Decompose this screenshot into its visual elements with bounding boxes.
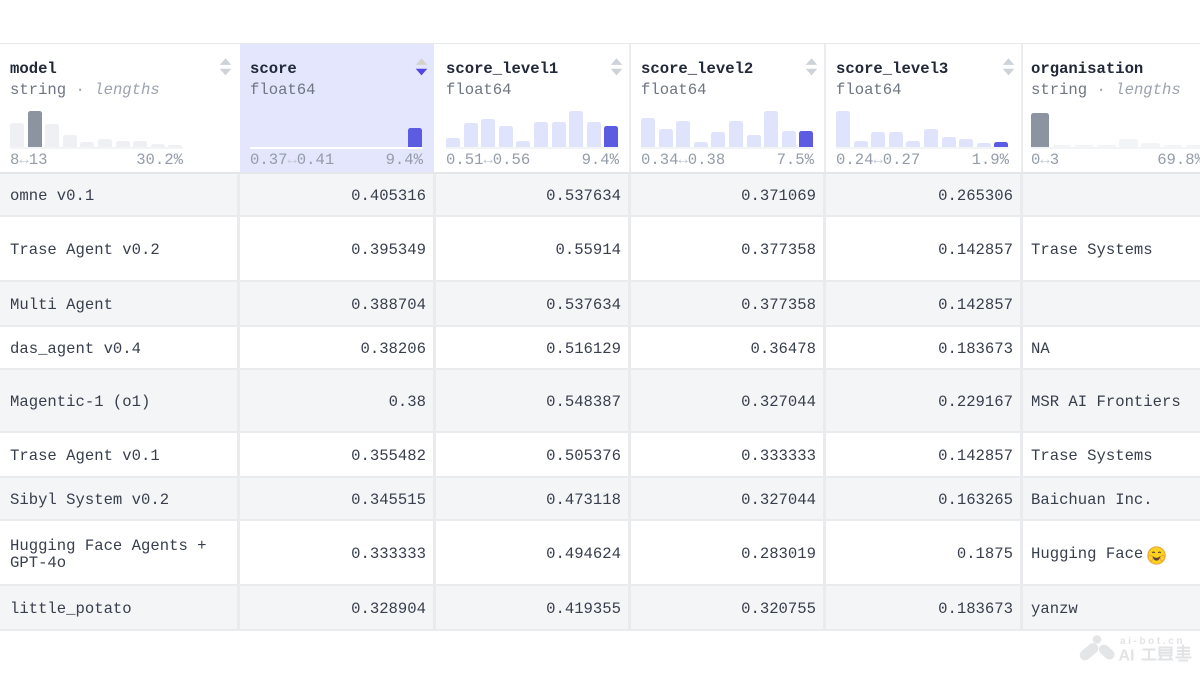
svg-text:AI: AI bbox=[1119, 648, 1135, 665]
svg-text:ai-bot.cn: ai-bot.cn bbox=[1120, 636, 1185, 647]
